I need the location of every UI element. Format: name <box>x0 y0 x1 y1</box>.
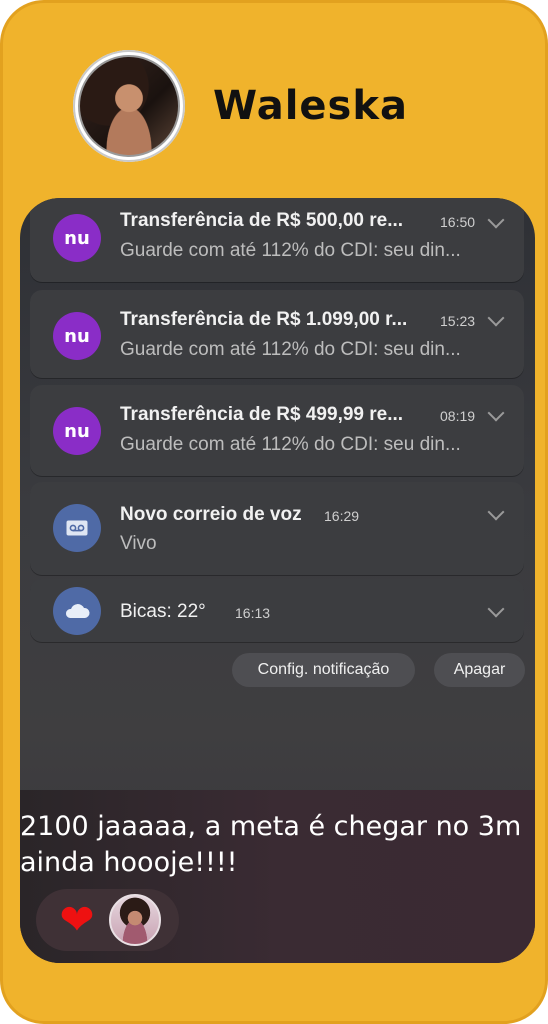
notification-time: 08:19 <box>440 408 476 424</box>
cloud-icon <box>53 587 101 635</box>
notification-body: Guarde com até 112% do CDI: seu din... <box>120 240 461 261</box>
reactor-avatar[interactable] <box>109 894 161 946</box>
voicemail-icon <box>53 504 101 552</box>
notification-body: Vivo <box>120 533 157 554</box>
chevron-down-icon[interactable] <box>487 309 505 327</box>
cloud-glyph <box>65 604 90 618</box>
notification-item[interactable]: nu Transferência de R$ 500,00 re... 16:5… <box>30 198 524 282</box>
story-card: Waleska nu Transferência de R$ 500,00 re… <box>0 0 548 1024</box>
nubank-icon: nu <box>53 214 101 262</box>
chevron-down-icon[interactable] <box>487 404 505 422</box>
notification-settings-button[interactable]: Config. notificação <box>232 653 415 687</box>
profile-header: Waleska <box>73 48 408 164</box>
profile-photo <box>78 55 180 157</box>
notification-time: 16:50 <box>440 214 476 230</box>
caption-line: ainda hoooje!!!! <box>20 847 238 878</box>
notification-title: Transferência de R$ 1.099,00 r... <box>120 309 408 330</box>
reactions-bar[interactable]: ❤ <box>36 889 179 951</box>
notification-title: Bicas: 22° <box>120 601 206 622</box>
chevron-down-icon[interactable] <box>487 503 505 521</box>
notification-time: 16:13 <box>235 605 271 621</box>
notification-body: Guarde com até 112% do CDI: seu din... <box>120 339 461 360</box>
caption-line: 2100 jaaaaa, a meta é chegar no 3m <box>20 811 522 842</box>
chevron-down-icon[interactable] <box>487 211 505 229</box>
story-caption: 2100 jaaaaa, a meta é chegar no 3m ainda… <box>20 809 535 881</box>
heart-icon[interactable]: ❤ <box>56 899 98 941</box>
notification-title: Novo correio de voz <box>120 504 302 525</box>
nubank-icon: nu <box>53 312 101 360</box>
notification-item[interactable]: Novo correio de voz 16:29 Vivo <box>30 482 524 575</box>
nubank-icon: nu <box>53 407 101 455</box>
notification-item[interactable]: nu Transferência de R$ 1.099,00 r... 15:… <box>30 290 524 378</box>
notification-time: 15:23 <box>440 313 476 329</box>
chevron-down-icon[interactable] <box>487 600 505 618</box>
notification-time: 16:29 <box>324 508 360 524</box>
profile-avatar[interactable] <box>73 50 185 162</box>
clear-notifications-button[interactable]: Apagar <box>434 653 525 687</box>
notification-title: Transferência de R$ 499,99 re... <box>120 404 404 425</box>
notification-item[interactable]: Bicas: 22° 16:13 <box>30 579 524 642</box>
voicemail-glyph <box>66 520 88 536</box>
notification-title: Transferência de R$ 500,00 re... <box>120 210 404 231</box>
profile-name[interactable]: Waleska <box>213 83 408 129</box>
notification-item[interactable]: nu Transferência de R$ 499,99 re... 08:1… <box>30 385 524 476</box>
notification-body: Guarde com até 112% do CDI: seu din... <box>120 434 461 455</box>
